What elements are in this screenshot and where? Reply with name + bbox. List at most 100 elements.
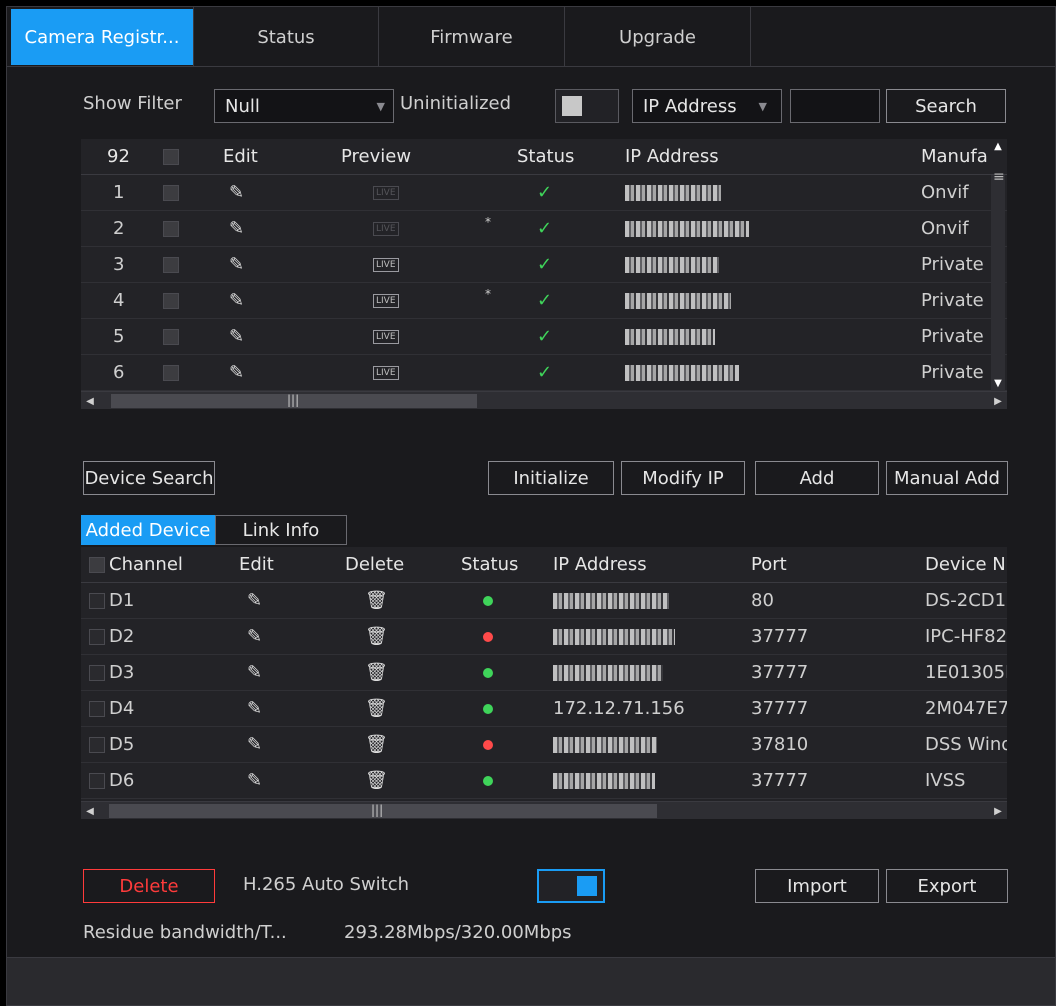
add-button[interactable]: Add [755, 461, 879, 495]
edit-icon[interactable]: ✎ [229, 218, 244, 239]
edit-icon[interactable]: ✎ [247, 662, 262, 683]
edit-icon[interactable]: ✎ [247, 734, 262, 755]
status-check-icon: ✓ [537, 362, 553, 383]
search-type-select[interactable]: IP Address ▼ [632, 89, 782, 123]
status-check-icon: ✓ [537, 326, 553, 347]
edit-icon[interactable]: ✎ [247, 626, 262, 647]
scroll-right-icon[interactable]: ▶ [989, 802, 1007, 820]
row-checkbox[interactable] [163, 257, 179, 273]
table-row[interactable]: 2 ✎ LIVE * ✓ Onvif [81, 211, 1007, 247]
live-preview-icon[interactable]: LIVE [373, 366, 399, 380]
toggle-knob [577, 876, 597, 896]
table-row[interactable]: 3 ✎ LIVE ✓ Private [81, 247, 1007, 283]
manufacturer-cell: Private [921, 290, 984, 311]
delete-button[interactable]: Delete [83, 869, 215, 903]
row-checkbox[interactable] [163, 185, 179, 201]
edit-icon[interactable]: ✎ [247, 590, 262, 611]
initialize-button[interactable]: Initialize [488, 461, 614, 495]
horizontal-scrollbar[interactable]: ◀ ||| ▶ [81, 801, 1007, 819]
table-row[interactable]: 1 ✎ LIVE ✓ Onvif [81, 175, 1007, 211]
row-checkbox[interactable] [89, 629, 105, 645]
edit-icon[interactable]: ✎ [247, 698, 262, 719]
trash-icon[interactable]: 🗑 [365, 590, 388, 611]
tab-added-device[interactable]: Added Device [81, 515, 215, 545]
table-row[interactable]: D4 ✎ 🗑 172.12.71.156 37777 2M047E7 [81, 691, 1007, 727]
status-check-icon: ✓ [537, 218, 553, 239]
tab-status[interactable]: Status [193, 7, 379, 67]
tab-upgrade[interactable]: Upgrade [565, 7, 751, 67]
live-preview-icon[interactable]: LIVE [373, 186, 399, 200]
live-preview-icon[interactable]: LIVE [373, 258, 399, 272]
trash-icon[interactable]: 🗑 [365, 770, 388, 791]
row-checkbox[interactable] [163, 329, 179, 345]
table-row[interactable]: D2 ✎ 🗑 37777 IPC-HF82 [81, 619, 1007, 655]
device-search-button[interactable]: Device Search [83, 461, 215, 495]
port-cell: 37777 [751, 662, 809, 683]
row-number: 1 [113, 182, 125, 203]
device-name-cell: IVSS [925, 770, 966, 791]
search-results-table: 92 Edit Preview Status IP Address Manufa… [81, 139, 1007, 409]
table-row[interactable]: D1 ✎ 🗑 80 DS-2CD1 [81, 583, 1007, 619]
edit-icon[interactable]: ✎ [229, 362, 244, 383]
select-all-checkbox[interactable] [89, 557, 105, 573]
edit-icon[interactable]: ✎ [229, 254, 244, 275]
row-checkbox[interactable] [89, 665, 105, 681]
row-checkbox[interactable] [163, 293, 179, 309]
row-checkbox[interactable] [89, 773, 105, 789]
row-checkbox[interactable] [89, 701, 105, 717]
ip-address-redacted [553, 593, 669, 609]
ip-address-redacted [553, 665, 663, 681]
device-name-header: Device N [925, 554, 1006, 575]
table-row[interactable]: 6 ✎ LIVE ✓ Private [81, 355, 1007, 391]
channel-cell: D6 [109, 770, 135, 791]
port-header: Port [751, 554, 787, 575]
channel-cell: D1 [109, 590, 135, 611]
row-checkbox[interactable] [89, 737, 105, 753]
port-cell: 80 [751, 590, 774, 611]
row-checkbox[interactable] [89, 593, 105, 609]
status-header: Status [461, 554, 519, 575]
live-preview-icon[interactable]: LIVE [373, 294, 399, 308]
modify-ip-button[interactable]: Modify IP [621, 461, 745, 495]
uninitialized-toggle[interactable] [555, 89, 619, 123]
table-row[interactable]: 5 ✎ LIVE ✓ Private [81, 319, 1007, 355]
live-preview-icon[interactable]: LIVE [373, 330, 399, 344]
trash-icon[interactable]: 🗑 [365, 698, 388, 719]
tab-bar: Camera Registr... Status Firmware Upgrad… [7, 7, 1055, 67]
edit-icon[interactable]: ✎ [247, 770, 262, 791]
search-button[interactable]: Search [886, 89, 1006, 123]
h265-auto-switch-toggle[interactable] [537, 869, 605, 903]
trash-icon[interactable]: 🗑 [365, 626, 388, 647]
search-input[interactable] [790, 89, 880, 123]
scroll-right-icon[interactable]: ▶ [989, 392, 1007, 410]
row-checkbox[interactable] [163, 221, 179, 237]
horizontal-scrollbar[interactable]: ◀ ||| ▶ [81, 391, 1007, 409]
row-checkbox[interactable] [163, 365, 179, 381]
ip-address-redacted [625, 365, 739, 381]
edit-icon[interactable]: ✎ [229, 290, 244, 311]
edit-icon[interactable]: ✎ [229, 182, 244, 203]
edit-header: Edit [223, 146, 258, 167]
select-all-checkbox[interactable] [163, 149, 179, 165]
table-row[interactable]: D6 ✎ 🗑 37777 IVSS [81, 763, 1007, 799]
import-button[interactable]: Import [755, 869, 879, 903]
vertical-scrollbar[interactable]: ▲ ≡ ▼ [991, 141, 1005, 391]
scroll-left-icon[interactable]: ◀ [81, 802, 99, 820]
manual-add-button[interactable]: Manual Add [886, 461, 1008, 495]
delete-header: Delete [345, 554, 405, 575]
scroll-up-icon[interactable]: ▲ [991, 141, 1005, 152]
scroll-down-icon[interactable]: ▼ [991, 378, 1005, 389]
table-row[interactable]: 4 ✎ LIVE * ✓ Private [81, 283, 1007, 319]
trash-icon[interactable]: 🗑 [365, 662, 388, 683]
tab-firmware[interactable]: Firmware [379, 7, 565, 67]
filter-select[interactable]: Null ▼ [214, 89, 394, 123]
live-preview-icon[interactable]: LIVE [373, 222, 399, 236]
edit-icon[interactable]: ✎ [229, 326, 244, 347]
trash-icon[interactable]: 🗑 [365, 734, 388, 755]
tab-link-info[interactable]: Link Info [215, 515, 347, 545]
table-row[interactable]: D3 ✎ 🗑 37777 1E01305I [81, 655, 1007, 691]
table-row[interactable]: D5 ✎ 🗑 37810 DSS Wind [81, 727, 1007, 763]
export-button[interactable]: Export [886, 869, 1008, 903]
scroll-left-icon[interactable]: ◀ [81, 392, 99, 410]
tab-camera-registration[interactable]: Camera Registr... [11, 9, 193, 65]
